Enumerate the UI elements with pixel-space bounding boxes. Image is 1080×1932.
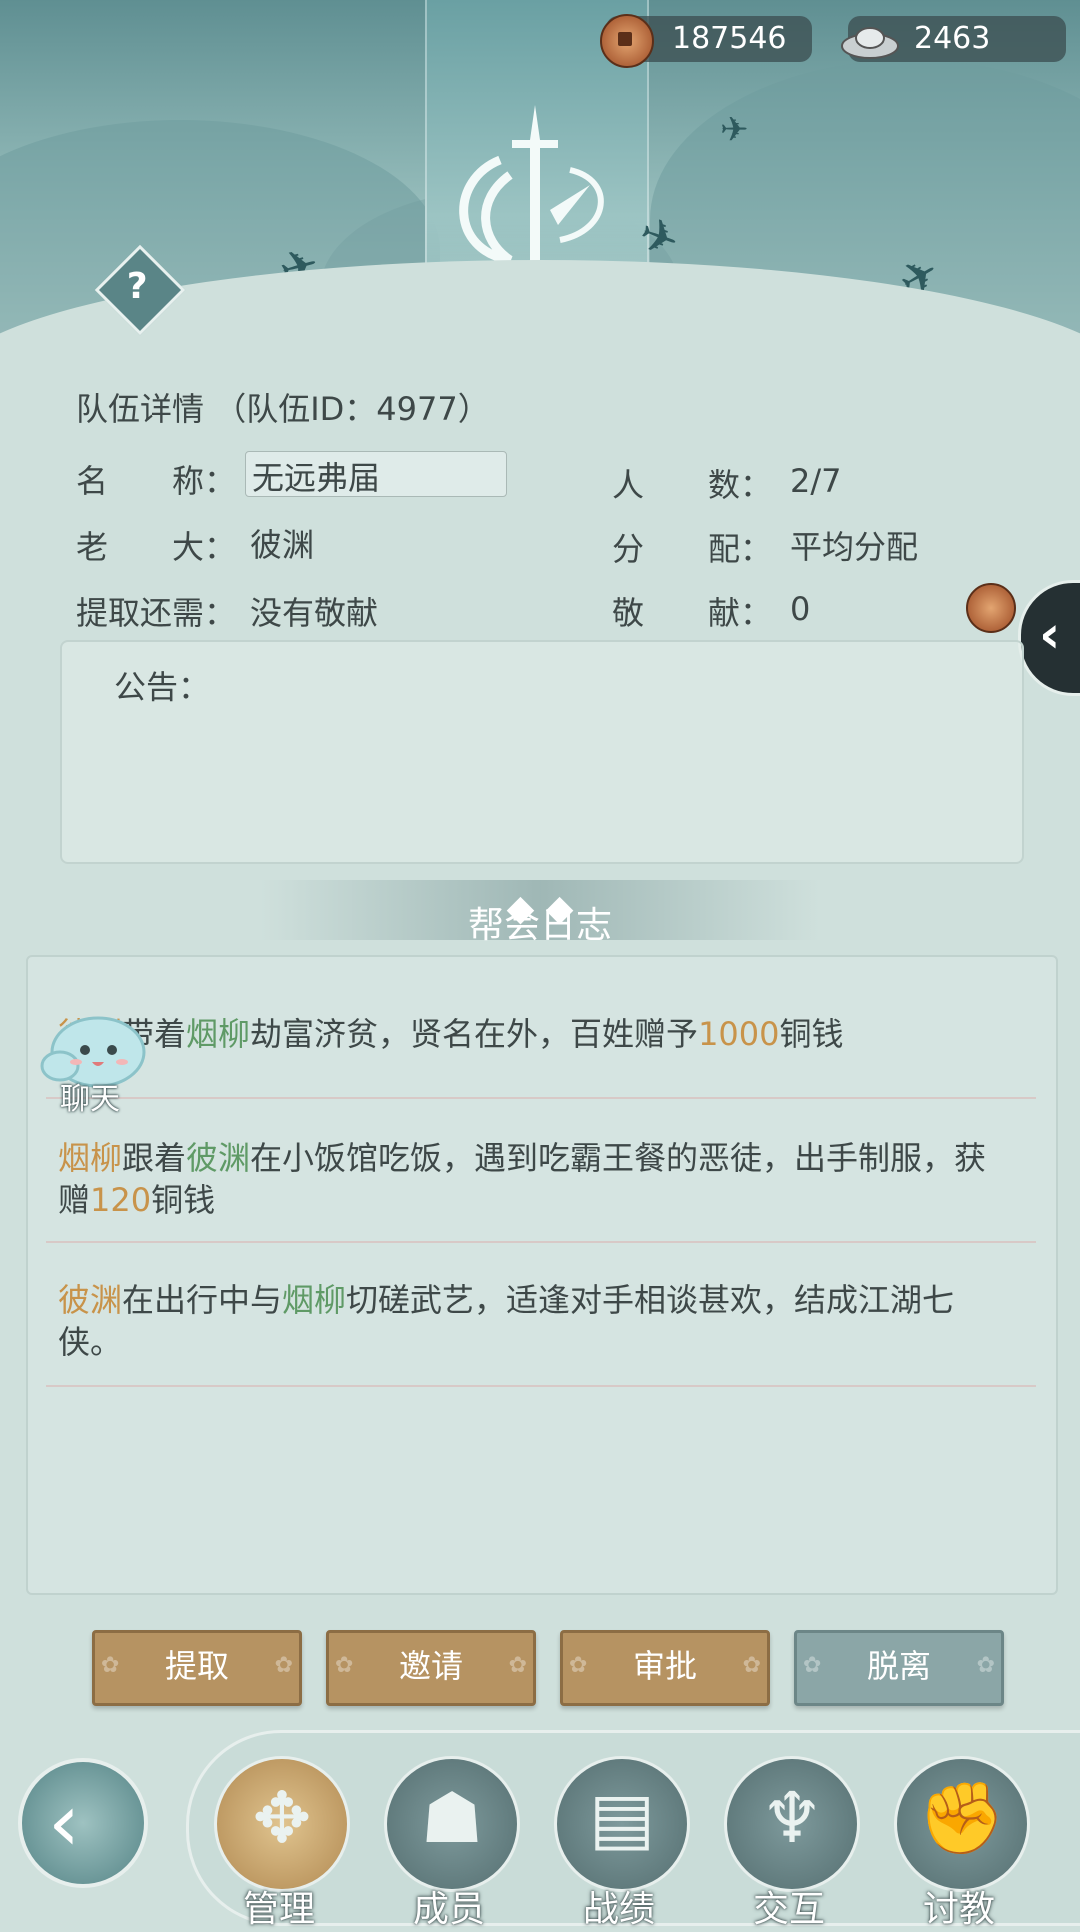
swallow-decoration: ✈ — [720, 110, 749, 150]
manage-emblem-icon: ✥ — [252, 1777, 312, 1859]
distribution-value: 平均分配 — [790, 528, 919, 566]
log-amount: 1000 — [698, 1015, 780, 1053]
log-entry: 彼渊带着烟柳劫富济贫，贤名在外，百姓赠予1000铜钱 — [58, 1013, 1018, 1055]
log-text: 跟着 — [122, 1139, 187, 1177]
chevron-left-icon: ‹ — [1039, 605, 1061, 665]
member-count-label: 人 数： — [612, 466, 773, 504]
withdraw-requirement-value: 没有敬献 — [250, 594, 379, 632]
invite-button[interactable]: 邀请 — [326, 1630, 536, 1706]
contribution-label: 敬 献： — [612, 594, 773, 632]
team-name-value: 无远弗届 — [252, 459, 381, 497]
nav-members-label: 成员 — [412, 1889, 485, 1930]
nav-manage-label: 管理 — [242, 1889, 315, 1930]
nav-manage-button[interactable]: ✥ — [214, 1756, 350, 1892]
guild-log-list: 彼渊带着烟柳劫富济贫，贤名在外，百姓赠予1000铜钱 烟柳跟着彼渊在小饭馆吃饭，… — [26, 955, 1058, 1595]
log-player-name: 烟柳 — [282, 1281, 347, 1319]
silver-amount: 2463 — [914, 21, 991, 56]
distribution-label: 分 配： — [612, 530, 773, 568]
notice-board: 公告： — [60, 640, 1024, 864]
nav-teach-button[interactable]: ✊ — [894, 1756, 1030, 1892]
nav-record-button[interactable]: ▤ — [554, 1756, 690, 1892]
approve-button[interactable]: 审批 — [560, 1630, 770, 1706]
log-text: 劫富济贫，贤名在外，百姓赠予 — [250, 1015, 699, 1053]
contribution-value: 0 — [790, 590, 811, 628]
log-amount: 120 — [90, 1181, 152, 1219]
withdraw-button[interactable]: 提取 — [92, 1630, 302, 1706]
silver-ingot-icon — [841, 27, 899, 59]
leave-button[interactable]: 脱离 — [794, 1630, 1004, 1706]
guild-log-title-text: 帮会日志 — [467, 905, 612, 946]
back-button[interactable]: ‹ — [18, 1758, 148, 1888]
log-divider — [46, 1241, 1036, 1243]
back-arrow-icon: ‹ — [48, 1776, 80, 1869]
log-text: 在出行中与 — [122, 1281, 283, 1319]
question-icon: ? — [126, 265, 148, 307]
nav-record-label: 战绩 — [582, 1889, 655, 1930]
log-text: 铜钱 — [151, 1181, 216, 1219]
trident-icon: ♆ — [760, 1777, 824, 1859]
copper-coin-icon — [600, 14, 654, 68]
copper-amount: 187546 — [672, 21, 787, 56]
members-icon: ☗ — [420, 1777, 484, 1859]
nav-interact-button[interactable]: ♆ — [724, 1756, 860, 1892]
log-entry: 烟柳跟着彼渊在小饭馆吃饭，遇到吃霸王餐的恶徒，出手制服，获赠120铜钱 — [58, 1137, 1018, 1221]
nav-interact-label: 交互 — [752, 1889, 825, 1930]
log-divider — [46, 1097, 1036, 1099]
log-player-name: 彼渊 — [58, 1281, 123, 1319]
log-player-name: 烟柳 — [186, 1015, 251, 1053]
nav-teach-label: 讨教 — [922, 1889, 995, 1930]
chat-bubble-button[interactable]: 聊天 — [40, 1010, 150, 1120]
log-divider — [46, 1385, 1036, 1387]
chat-label: 聊天 — [60, 1082, 120, 1117]
log-player-name: 烟柳 — [58, 1139, 123, 1177]
contribute-coin-icon[interactable] — [966, 583, 1016, 633]
member-count-value: 2/7 — [790, 462, 842, 500]
team-title-text: 队伍详情 — [76, 390, 205, 428]
notice-label: 公告： — [114, 668, 211, 706]
side-panel-toggle[interactable]: ‹ — [1018, 580, 1080, 696]
team-boss-label: 老 大： — [76, 528, 237, 566]
team-boss-value: 彼渊 — [250, 526, 315, 564]
team-title: 队伍详情 （队伍ID：4977） — [76, 384, 490, 430]
guild-log-title: ◆ 帮会日志 ◆ — [260, 888, 820, 946]
team-id: （队伍ID：4977） — [214, 390, 490, 428]
copper-currency: 187546 — [600, 14, 812, 68]
fist-bump-icon: ✊ — [918, 1777, 1006, 1859]
log-entry: 彼渊在出行中与烟柳切磋武艺，适逢对手相谈甚欢，结成江湖七侠。 — [58, 1279, 1018, 1363]
log-player-name: 彼渊 — [186, 1139, 251, 1177]
log-text: 铜钱 — [779, 1015, 844, 1053]
guild-log-header: ◆ 帮会日志 ◆ — [260, 880, 820, 946]
withdraw-requirement-label: 提取还需： — [76, 594, 237, 632]
silver-currency: 2463 — [841, 16, 1066, 62]
scroll-record-icon: ▤ — [588, 1777, 656, 1859]
nav-members-button[interactable]: ☗ — [384, 1756, 520, 1892]
team-name-label: 名 称： — [76, 462, 237, 500]
